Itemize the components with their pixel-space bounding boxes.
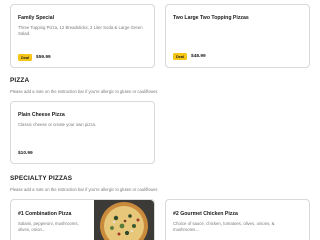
deal-card-two-large-pizzas[interactable]: Two Large Two Topping Pizzas Deal $48.99 xyxy=(165,4,310,68)
section-note-specialty-pizzas: Please add a note on the instruction bar… xyxy=(10,187,159,192)
item-description: Salami, pepperoni, mushrooms, olives, on… xyxy=(18,221,79,233)
item-description: Choice of sauce, chicken, tomatoes, oliv… xyxy=(173,221,275,233)
item-title: #2 Gourmet Chicken Pizza xyxy=(173,211,238,217)
menu-item-gourmet-chicken-pizza[interactable]: #2 Gourmet Chicken Pizza Choice of sauce… xyxy=(165,199,310,240)
deal-card-family-special[interactable]: Family Special Three Topping Pizza, 12 B… xyxy=(10,4,155,68)
pizza-photo xyxy=(94,200,154,240)
deal-price: $48.99 xyxy=(191,54,206,59)
deal-title: Two Large Two Topping Pizzas xyxy=(173,15,249,21)
item-title: #1 Combination Pizza xyxy=(18,211,72,217)
deal-price: $59.99 xyxy=(36,55,51,60)
menu-item-plain-cheese-pizza[interactable]: Plain Cheese Pizza Classic cheese or cre… xyxy=(10,101,155,164)
menu-item-combination-pizza[interactable]: #1 Combination Pizza Salami, pepperoni, … xyxy=(10,199,155,240)
deal-description: Three Topping Pizza, 12 Breadsticks, 2 L… xyxy=(18,25,143,37)
deal-badge: Deal xyxy=(18,54,33,61)
item-price: $10.99 xyxy=(18,151,33,156)
section-title-pizza: PIZZA xyxy=(10,77,30,84)
item-description: Classic cheese or create your own pizza. xyxy=(18,122,97,127)
section-title-specialty-pizzas: SPECIALTY PIZZAS xyxy=(10,175,73,182)
section-note-pizza: Please add a note on the instruction bar… xyxy=(10,89,159,94)
deal-title: Family Special xyxy=(18,15,55,21)
deal-badge: Deal xyxy=(173,53,188,60)
item-title: Plain Cheese Pizza xyxy=(18,112,65,118)
